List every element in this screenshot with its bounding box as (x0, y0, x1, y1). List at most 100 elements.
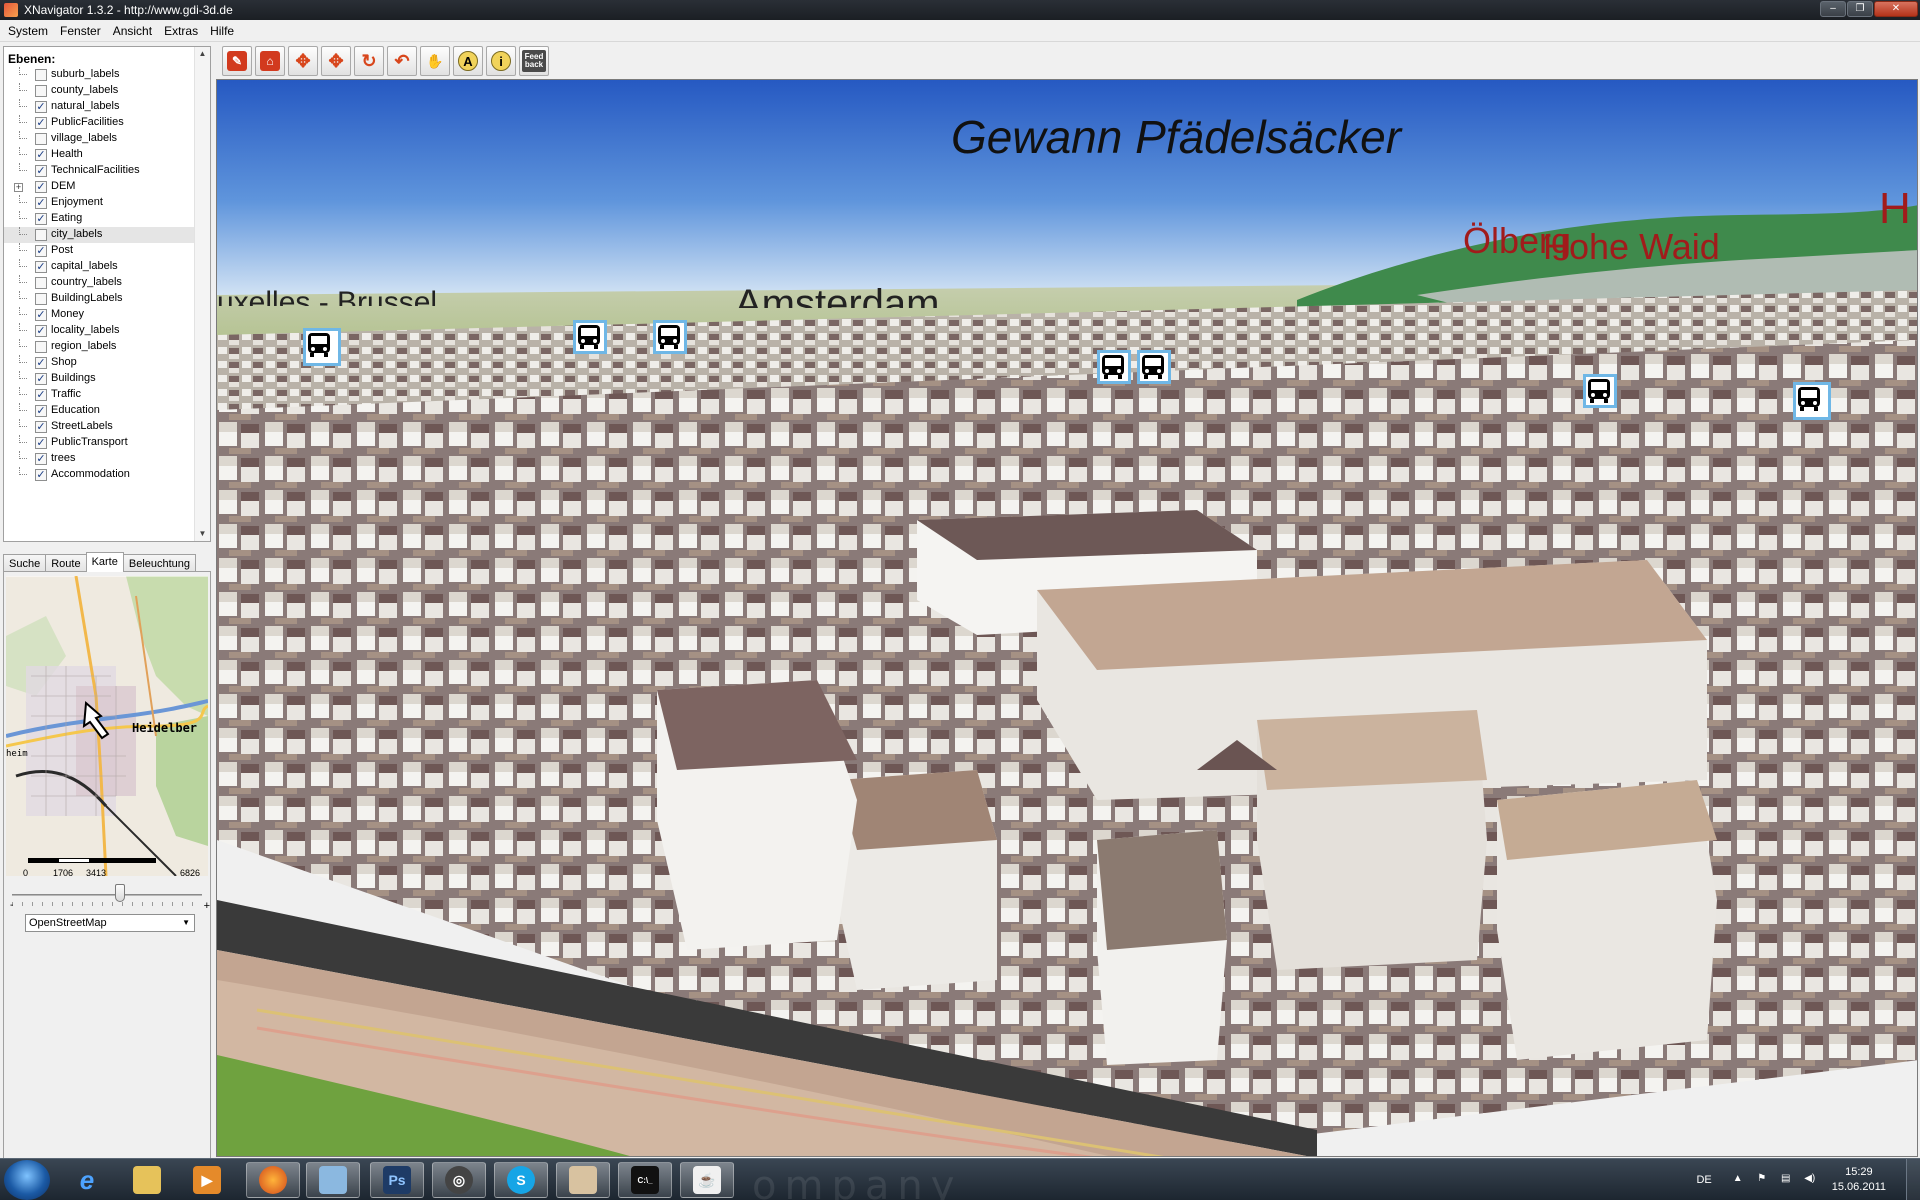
menu-fenster[interactable]: Fenster (54, 21, 107, 41)
layer-row[interactable]: ✓ natural_labels (4, 99, 210, 115)
layer-checkbox[interactable]: ✓ (35, 389, 47, 401)
firefox-icon[interactable] (246, 1162, 300, 1198)
menu-ansicht[interactable]: Ansicht (107, 21, 158, 41)
layer-checkbox[interactable] (35, 69, 47, 81)
pan-red-tool-button[interactable]: ✎ (222, 46, 252, 76)
layer-row[interactable]: country_labels (4, 275, 210, 291)
layer-row[interactable]: ✓ Health (4, 147, 210, 163)
layer-checkbox[interactable]: ✓ (35, 117, 47, 129)
command-prompt-icon[interactable]: C:\_ (618, 1162, 672, 1198)
layer-row[interactable]: ✓ PublicTransport (4, 435, 210, 451)
layer-checkbox[interactable]: ✓ (35, 421, 47, 433)
bus-stop-marker[interactable] (1793, 382, 1831, 420)
volume-icon[interactable]: ◀) (1802, 1173, 1818, 1187)
tab-karte[interactable]: Karte (85, 552, 124, 572)
layer-checkbox[interactable] (35, 229, 47, 241)
menu-hilfe[interactable]: Hilfe (204, 21, 240, 41)
move-up-tool-button[interactable]: ✥ (288, 46, 318, 76)
layer-checkbox[interactable]: ✓ (35, 197, 47, 209)
label-tool-button[interactable]: A (453, 46, 483, 76)
layer-row[interactable]: BuildingLabels (4, 291, 210, 307)
layer-checkbox[interactable]: ✓ (35, 181, 47, 193)
layer-row[interactable]: ✓ locality_labels (4, 323, 210, 339)
layer-checkbox[interactable] (35, 133, 47, 145)
layer-row[interactable]: village_labels (4, 131, 210, 147)
layer-checkbox[interactable]: ✓ (35, 149, 47, 161)
minimize-button[interactable]: – (1820, 1, 1846, 17)
layer-checkbox[interactable]: ✓ (35, 405, 47, 417)
zoom-slider[interactable]: - + (10, 882, 210, 912)
photoshop-icon[interactable]: Ps (370, 1162, 424, 1198)
layer-row[interactable]: + ✓ DEM (4, 179, 210, 195)
language-indicator[interactable]: DE (1696, 1174, 1711, 1186)
layer-row[interactable]: city_labels (4, 227, 210, 243)
basemap-select[interactable]: OpenStreetMap ▼ (25, 914, 195, 932)
layer-checkbox[interactable]: ✓ (35, 165, 47, 177)
layer-row[interactable]: ✓ Accommodation (4, 467, 210, 483)
layer-row[interactable]: ✓ Post (4, 243, 210, 259)
close-button[interactable]: ✕ (1874, 1, 1918, 17)
layer-checkbox[interactable]: ✓ (35, 325, 47, 337)
layer-checkbox[interactable]: ✓ (35, 437, 47, 449)
layer-row[interactable]: ✓ Enjoyment (4, 195, 210, 211)
layer-checkbox[interactable]: ✓ (35, 357, 47, 369)
skype-icon[interactable]: S (494, 1162, 548, 1198)
layer-row[interactable]: ✓ Money (4, 307, 210, 323)
layer-row[interactable]: ✓ Buildings (4, 371, 210, 387)
menu-extras[interactable]: Extras (158, 21, 204, 41)
hand-tool-button[interactable]: ✋ (420, 46, 450, 76)
layer-row[interactable]: county_labels (4, 83, 210, 99)
layer-checkbox[interactable] (35, 341, 47, 353)
bus-stop-marker[interactable] (1097, 350, 1131, 384)
bus-stop-marker[interactable] (303, 328, 341, 366)
bus-stop-marker[interactable] (653, 320, 687, 354)
show-desktop-button[interactable] (1906, 1159, 1920, 1200)
layer-checkbox[interactable]: ✓ (35, 213, 47, 225)
action-center-icon[interactable]: ⚑ (1754, 1173, 1770, 1187)
network-icon[interactable]: ▤ (1778, 1173, 1794, 1187)
start-button[interactable] (4, 1160, 50, 1200)
layer-row[interactable]: ✓ capital_labels (4, 259, 210, 275)
layer-checkbox[interactable]: ✓ (35, 101, 47, 113)
media-player-icon[interactable]: ▶ (180, 1162, 234, 1198)
bus-stop-marker[interactable] (1583, 374, 1617, 408)
layer-checkbox[interactable] (35, 85, 47, 97)
3d-view[interactable]: Gewann Pfädelsäcker Ölberg Hohe Waid H u… (216, 79, 1918, 1157)
paint-icon[interactable] (556, 1162, 610, 1198)
layer-checkbox[interactable]: ✓ (35, 261, 47, 273)
move-tool-button[interactable]: ✥ (321, 46, 351, 76)
layer-checkbox[interactable]: ✓ (35, 245, 47, 257)
layer-checkbox[interactable]: ✓ (35, 373, 47, 385)
overview-map[interactable]: Heidelber heim 0 1706 3413 6826 (6, 576, 208, 876)
scroll-down-icon[interactable]: ▼ (195, 527, 210, 541)
undo-tool-button[interactable]: ↶ (387, 46, 417, 76)
zoom-thumb[interactable] (115, 884, 125, 902)
layer-row[interactable]: ✓ Education (4, 403, 210, 419)
layer-row[interactable]: ✓ trees (4, 451, 210, 467)
layer-row[interactable]: ✓ Shop (4, 355, 210, 371)
image-viewer-icon[interactable] (306, 1162, 360, 1198)
feedback-button[interactable]: Feed back (519, 46, 549, 76)
tab-suche[interactable]: Suche (3, 554, 47, 572)
layers-scrollbar[interactable]: ▲ ▼ (194, 47, 210, 541)
app-circle-icon[interactable]: ◎ (432, 1162, 486, 1198)
layer-row[interactable]: region_labels (4, 339, 210, 355)
tab-beleuchtung[interactable]: Beleuchtung (122, 554, 197, 572)
internet-explorer-icon[interactable]: e (60, 1162, 114, 1198)
dropdown-arrow-icon[interactable]: ▼ (182, 915, 190, 931)
layer-checkbox[interactable]: ✓ (35, 469, 47, 481)
rotate-tool-button[interactable]: ↻ (354, 46, 384, 76)
show-hidden-icons-icon[interactable]: ▲ (1730, 1173, 1746, 1187)
home-tool-button[interactable]: ⌂ (255, 46, 285, 76)
bus-stop-marker[interactable] (1137, 350, 1171, 384)
layer-row[interactable]: ✓ PublicFacilities (4, 115, 210, 131)
file-explorer-icon[interactable] (120, 1162, 174, 1198)
scroll-up-icon[interactable]: ▲ (195, 47, 210, 61)
maximize-button[interactable]: ❐ (1847, 1, 1873, 17)
java-icon[interactable]: ☕ (680, 1162, 734, 1198)
info-tool-button[interactable]: i (486, 46, 516, 76)
clock[interactable]: 15:29 15.06.2011 (1832, 1165, 1886, 1195)
bus-stop-marker[interactable] (573, 320, 607, 354)
zoom-track[interactable] (12, 894, 202, 896)
layer-row[interactable]: suburb_labels (4, 67, 210, 83)
